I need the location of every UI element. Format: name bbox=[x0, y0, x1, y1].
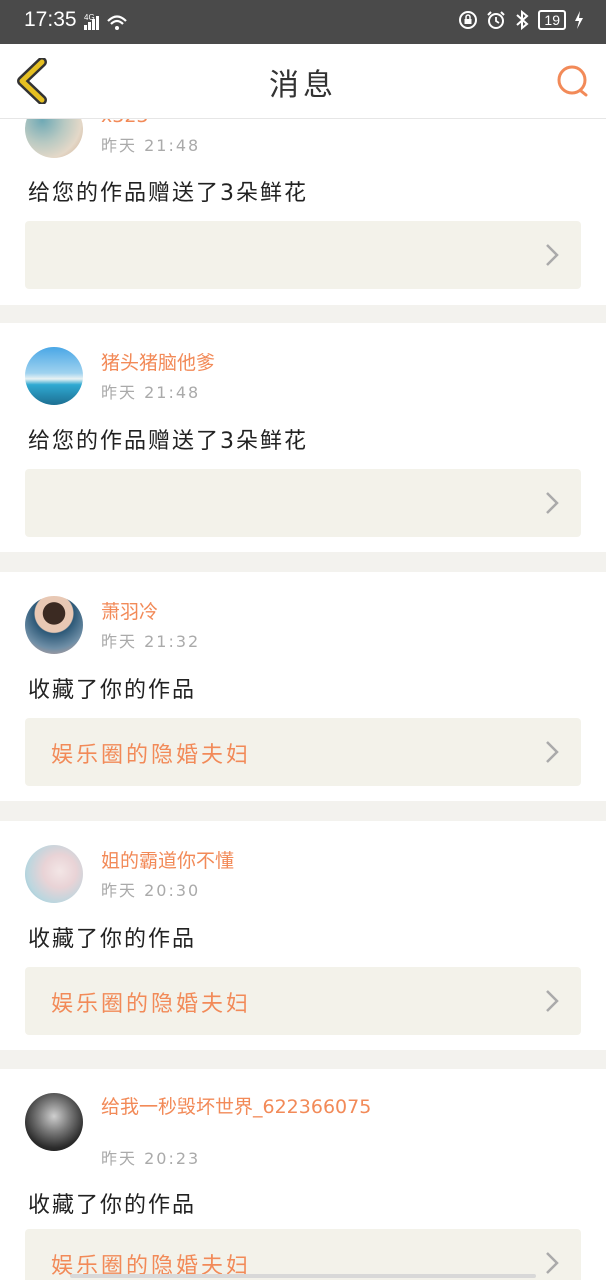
user-name[interactable]: 给我一秒毁坏世界_622366075 bbox=[101, 1095, 401, 1119]
avatar[interactable] bbox=[25, 845, 83, 903]
avatar[interactable] bbox=[25, 119, 83, 158]
alarm-icon bbox=[487, 11, 506, 29]
message-time: 昨天 20:30 bbox=[101, 881, 201, 900]
chevron-right-icon bbox=[546, 244, 559, 266]
battery-level: 19 bbox=[538, 10, 566, 30]
nav-bar: 消息 bbox=[0, 44, 606, 119]
message-time: 昨天 21:48 bbox=[101, 383, 201, 402]
work-link-box[interactable]: 娱乐圈的隐婚夫妇 bbox=[25, 718, 581, 786]
work-link-box[interactable] bbox=[25, 221, 581, 289]
lock-icon bbox=[459, 11, 478, 29]
user-name[interactable]: 姐的霸道你不懂 bbox=[101, 849, 401, 873]
message-action: 收藏了你的作品 bbox=[28, 927, 197, 952]
work-title: 娱乐圈的隐婚夫妇 bbox=[51, 743, 252, 768]
work-link-box[interactable]: 娱乐圈的隐婚夫妇 bbox=[25, 967, 581, 1035]
avatar[interactable] bbox=[25, 596, 83, 654]
scroll-indicator bbox=[70, 1274, 536, 1278]
user-name[interactable]: x323 bbox=[101, 119, 401, 128]
message-time: 昨天 21:32 bbox=[101, 632, 201, 651]
message-action: 给您的作品赠送了3朵鲜花 bbox=[28, 181, 308, 206]
message-action: 给您的作品赠送了3朵鲜花 bbox=[28, 429, 308, 454]
chevron-right-icon bbox=[546, 741, 559, 763]
message-card: 姐的霸道你不懂 昨天 20:30 收藏了你的作品 娱乐圈的隐婚夫妇 bbox=[0, 821, 606, 1050]
signal-icon: 4G bbox=[84, 11, 130, 37]
work-link-box[interactable]: 娱乐圈的隐婚夫妇 bbox=[25, 1229, 581, 1280]
page-title: 消息 bbox=[269, 68, 337, 103]
status-bar: 17:35 4G 19 bbox=[0, 0, 606, 44]
message-list[interactable]: x323 昨天 21:48 给您的作品赠送了3朵鲜花 猪头猪脑他爹 昨天 21:… bbox=[0, 119, 606, 1280]
user-name[interactable]: 萧羽冷 bbox=[101, 600, 401, 624]
message-time: 昨天 21:48 bbox=[101, 136, 201, 155]
status-time: 17:35 bbox=[24, 8, 77, 31]
message-card: 给我一秒毁坏世界_622366075 昨天 20:23 收藏了你的作品 娱乐圈的… bbox=[0, 1069, 606, 1280]
user-name[interactable]: 猪头猪脑他爹 bbox=[101, 351, 401, 375]
chevron-right-icon bbox=[546, 1252, 559, 1274]
message-card: 萧羽冷 昨天 21:32 收藏了你的作品 娱乐圈的隐婚夫妇 bbox=[0, 572, 606, 801]
message-action: 收藏了你的作品 bbox=[28, 678, 197, 703]
avatar[interactable] bbox=[25, 347, 83, 405]
message-card: 猪头猪脑他爹 昨天 21:48 给您的作品赠送了3朵鲜花 bbox=[0, 323, 606, 552]
message-action: 收藏了你的作品 bbox=[28, 1193, 197, 1218]
work-link-box[interactable] bbox=[25, 469, 581, 537]
avatar[interactable] bbox=[25, 1093, 83, 1151]
work-title: 娱乐圈的隐婚夫妇 bbox=[51, 992, 252, 1017]
chevron-right-icon bbox=[546, 990, 559, 1012]
search-icon[interactable] bbox=[556, 64, 590, 98]
message-time: 昨天 20:23 bbox=[101, 1149, 201, 1168]
message-card: x323 昨天 21:48 给您的作品赠送了3朵鲜花 bbox=[0, 119, 606, 305]
chevron-right-icon bbox=[546, 492, 559, 514]
charging-icon bbox=[575, 11, 583, 29]
bluetooth-icon bbox=[516, 10, 529, 30]
